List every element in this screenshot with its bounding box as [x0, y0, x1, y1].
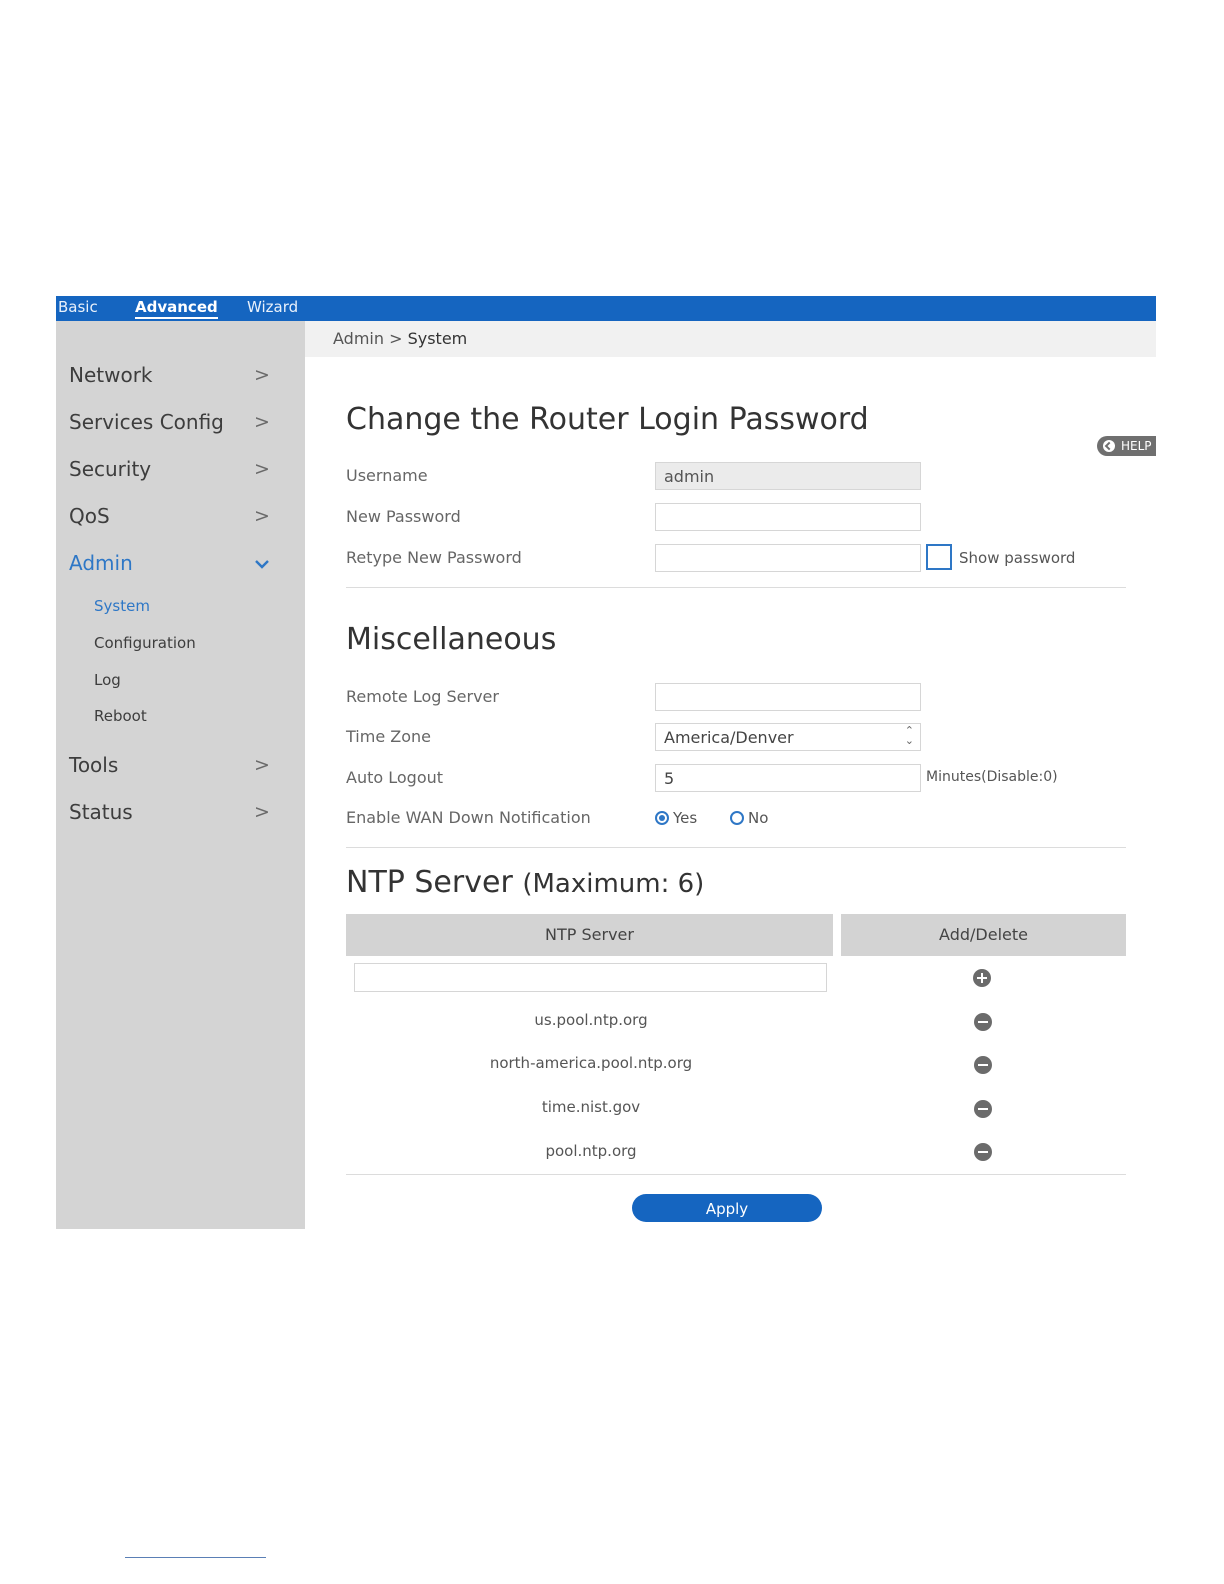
- ntp-server-row: north-america.pool.ntp.org: [489, 1054, 693, 1072]
- wan-yes-radio[interactable]: [655, 811, 669, 825]
- password-section-title: Change the Router Login Password: [346, 402, 869, 437]
- sidebar-item-network[interactable]: Network >: [69, 363, 270, 393]
- help-label: HELP: [1121, 439, 1152, 453]
- username-field: [655, 462, 921, 490]
- breadcrumb: Admin > System: [333, 329, 467, 348]
- section-divider: [346, 847, 1126, 848]
- chevron-right-icon: >: [254, 458, 270, 480]
- auto-logout-field[interactable]: [655, 764, 921, 792]
- sidebar-item-label: Status: [69, 800, 133, 824]
- footer-link-underline: [125, 1557, 266, 1558]
- ntp-server-row: us.pool.ntp.org: [534, 1011, 648, 1029]
- sidebar-subitem-system[interactable]: System: [94, 597, 150, 615]
- ntp-title: NTP Server: [346, 865, 513, 900]
- sidebar-item-qos[interactable]: QoS >: [69, 504, 270, 534]
- timezone-select[interactable]: America/Denver ⌃ ⌄: [655, 723, 921, 751]
- apply-button[interactable]: Apply: [632, 1194, 822, 1222]
- auto-logout-label: Auto Logout: [346, 768, 444, 787]
- chevron-right-icon: >: [254, 505, 270, 527]
- breadcrumb-separator: >: [389, 329, 403, 348]
- tab-wizard[interactable]: Wizard: [247, 298, 298, 316]
- add-ntp-server-button[interactable]: [973, 969, 991, 987]
- section-divider: [346, 587, 1126, 588]
- sidebar-item-label: Admin: [69, 551, 133, 575]
- sidebar: Network > Services Config > Security > Q…: [56, 321, 305, 1229]
- chevron-right-icon: >: [254, 754, 270, 776]
- breadcrumb-current: System: [407, 329, 468, 348]
- section-divider: [346, 1174, 1126, 1175]
- timezone-label: Time Zone: [346, 727, 431, 746]
- top-nav-bar: Basic Advanced Wizard: [56, 296, 1156, 321]
- wan-no-label: No: [748, 809, 769, 827]
- router-admin-window: Basic Advanced Wizard Network > Services…: [56, 296, 1156, 1229]
- sidebar-item-security[interactable]: Security >: [69, 457, 270, 487]
- sidebar-subitem-configuration[interactable]: Configuration: [94, 634, 196, 652]
- delete-ntp-server-button[interactable]: [974, 1143, 992, 1161]
- delete-ntp-server-button[interactable]: [974, 1100, 992, 1118]
- wan-yes-label: Yes: [673, 809, 698, 827]
- new-password-field[interactable]: [655, 503, 921, 531]
- ntp-title-suffix: (Maximum: 6): [522, 869, 705, 899]
- auto-logout-note: Minutes(Disable:0): [926, 769, 1058, 785]
- delete-ntp-server-button[interactable]: [974, 1013, 992, 1031]
- ntp-col-action-header: Add/Delete: [841, 914, 1126, 956]
- tab-advanced[interactable]: Advanced: [135, 298, 218, 319]
- breadcrumb-parent[interactable]: Admin: [333, 329, 384, 348]
- breadcrumb-bar: Admin > System: [305, 321, 1156, 357]
- sidebar-item-tools[interactable]: Tools >: [69, 753, 270, 783]
- remote-log-label: Remote Log Server: [346, 687, 499, 706]
- chevron-right-icon: >: [254, 364, 270, 386]
- ntp-col-server-header: NTP Server: [346, 914, 833, 956]
- wan-no-radio[interactable]: [730, 811, 744, 825]
- retype-password-field[interactable]: [655, 544, 921, 572]
- ntp-new-server-input[interactable]: [354, 963, 827, 992]
- remote-log-field[interactable]: [655, 683, 921, 711]
- sidebar-item-label: QoS: [69, 504, 110, 528]
- ntp-server-row: time.nist.gov: [541, 1098, 641, 1116]
- chevron-right-icon: >: [254, 801, 270, 823]
- show-password-checkbox[interactable]: [926, 544, 952, 570]
- ntp-section-title: NTP Server (Maximum: 6): [346, 865, 704, 900]
- sidebar-item-label: Services Config: [69, 410, 224, 434]
- chevron-down-icon: [254, 552, 270, 577]
- tab-basic[interactable]: Basic: [58, 298, 98, 316]
- sidebar-item-status[interactable]: Status >: [69, 800, 270, 830]
- username-label: Username: [346, 466, 428, 485]
- sidebar-item-label: Tools: [69, 753, 119, 777]
- sidebar-item-admin[interactable]: Admin: [69, 551, 269, 581]
- ntp-server-row: pool.ntp.org: [545, 1142, 637, 1160]
- sidebar-subitem-reboot[interactable]: Reboot: [94, 707, 147, 725]
- sidebar-item-label: Security: [69, 457, 152, 481]
- delete-ntp-server-button[interactable]: [974, 1056, 992, 1074]
- new-password-label: New Password: [346, 507, 461, 526]
- sidebar-item-label: Network: [69, 363, 153, 387]
- sidebar-subitem-log[interactable]: Log: [94, 671, 121, 689]
- retype-password-label: Retype New Password: [346, 548, 522, 567]
- chevron-right-icon: >: [254, 411, 270, 433]
- select-arrows-icon: ⌃ ⌄: [904, 724, 914, 747]
- sidebar-item-services-config[interactable]: Services Config >: [69, 410, 270, 440]
- timezone-value: America/Denver: [664, 728, 794, 747]
- help-button[interactable]: HELP: [1097, 436, 1156, 456]
- wan-notification-label: Enable WAN Down Notification: [346, 808, 591, 827]
- help-arrow-icon: [1103, 440, 1115, 452]
- misc-section-title: Miscellaneous: [346, 622, 557, 657]
- show-password-label: Show password: [959, 549, 1076, 567]
